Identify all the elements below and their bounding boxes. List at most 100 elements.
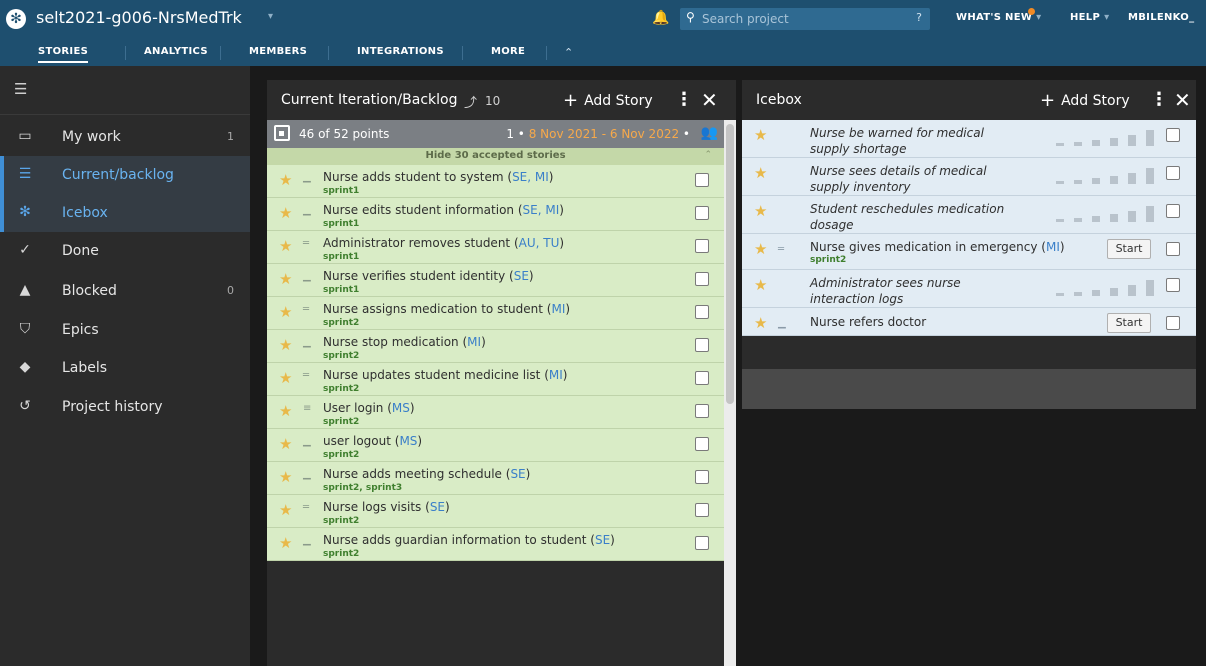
story-title[interactable]: Nurse sees details of medical supply inv…	[810, 163, 1025, 195]
story-title[interactable]: Nurse stop medication (MI)	[323, 335, 486, 349]
estimate-icon[interactable]: ▁	[303, 535, 311, 546]
estimate-option-icon[interactable]	[1056, 181, 1064, 184]
scrollbar-thumb[interactable]	[726, 124, 734, 404]
story-row[interactable]: ★ ═ Nurse logs visits (SE) sprint2	[267, 495, 724, 528]
story-title[interactable]: Nurse verifies student identity (SE)	[323, 269, 534, 283]
estimate-picker[interactable]	[1046, 168, 1164, 184]
estimate-option-icon[interactable]	[1146, 168, 1154, 184]
story-title[interactable]: Student reschedules medication dosage	[810, 201, 1025, 233]
estimate-option-icon[interactable]	[1110, 176, 1118, 184]
story-title[interactable]: Nurse refers doctor	[810, 314, 926, 330]
tracker-logo-icon[interactable]: ✻	[6, 9, 26, 29]
bell-icon[interactable]: 🔔	[652, 10, 669, 26]
estimate-icon[interactable]: ▁	[778, 318, 786, 329]
story-label[interactable]: sprint1	[323, 252, 359, 262]
estimate-icon[interactable]: ▁	[303, 436, 311, 447]
story-select-checkbox[interactable]	[695, 305, 709, 319]
tab-more[interactable]: MORE	[491, 46, 525, 57]
estimate-option-icon[interactable]	[1092, 178, 1100, 184]
estimate-icon[interactable]: ▁	[303, 271, 311, 282]
team-strength-icon[interactable]: 👥	[701, 125, 718, 141]
estimate-icon[interactable]: ▁	[303, 337, 311, 348]
story-owners[interactable]: MI	[1046, 240, 1060, 254]
story-select-checkbox[interactable]	[695, 404, 709, 418]
story-select-checkbox[interactable]	[695, 536, 709, 550]
estimate-option-icon[interactable]	[1146, 130, 1154, 146]
story-select-checkbox[interactable]	[1166, 166, 1180, 180]
add-story-button[interactable]: + Add Story	[1040, 90, 1130, 111]
estimate-option-icon[interactable]	[1128, 173, 1136, 184]
estimate-icon[interactable]: ═	[303, 238, 309, 249]
estimate-option-icon[interactable]	[1074, 142, 1082, 146]
estimate-icon[interactable]: ═	[303, 304, 309, 315]
story-title[interactable]: Nurse gives medication in emergency (MI)	[810, 239, 1065, 255]
story-label[interactable]: sprint2	[323, 318, 359, 328]
story-label[interactable]: sprint2	[323, 351, 359, 361]
story-row[interactable]: ★ ≡ User login (MS) sprint2	[267, 396, 724, 429]
story-title[interactable]: Nurse updates student medicine list (MI)	[323, 368, 567, 382]
iteration-bar[interactable]: 46 of 52 points 1 • 8 Nov 2021 - 6 Nov 2…	[267, 120, 724, 148]
story-title[interactable]: Nurse edits student information (SE, MI)	[323, 203, 564, 217]
story-select-checkbox[interactable]	[1166, 316, 1180, 330]
story-row[interactable]: ★ ═ Nurse updates student medicine list (M…	[267, 363, 724, 396]
estimate-icon[interactable]: ▁	[303, 205, 311, 216]
story-owners[interactable]: MI	[551, 302, 565, 316]
story-title[interactable]: Nurse logs visits (SE)	[323, 500, 450, 514]
icebox-story-row[interactable]: ★ ═ Nurse gives medication in emergency (M…	[742, 234, 1196, 270]
sidebar-item-my-work[interactable]: ▭ My work 1	[0, 118, 250, 156]
sidebar-item-done[interactable]: ✓ Done	[0, 232, 250, 270]
estimate-option-icon[interactable]	[1128, 211, 1136, 222]
sidebar-item-labels[interactable]: ◆ Labels	[0, 349, 250, 387]
user-menu[interactable]: MBILENKO_	[1128, 12, 1194, 23]
estimate-option-icon[interactable]	[1092, 216, 1100, 222]
story-label[interactable]: sprint1	[323, 186, 359, 196]
story-select-checkbox[interactable]	[1166, 278, 1180, 292]
story-row[interactable]: ★ ▁ Nurse edits student information (SE, M…	[267, 198, 724, 231]
story-row[interactable]: ★ ═ Administrator removes student (AU, TU)…	[267, 231, 724, 264]
story-owners[interactable]: AU, TU	[519, 236, 560, 250]
story-title[interactable]: Nurse adds student to system (SE, MI)	[323, 170, 553, 184]
estimate-option-icon[interactable]	[1056, 293, 1064, 296]
estimate-option-icon[interactable]	[1074, 292, 1082, 296]
estimate-option-icon[interactable]	[1092, 140, 1100, 146]
story-owners[interactable]: SE	[510, 467, 525, 481]
story-row[interactable]: ★ ═ Nurse assigns medication to student (M…	[267, 297, 724, 330]
estimate-option-icon[interactable]	[1110, 288, 1118, 296]
estimate-option-icon[interactable]	[1128, 285, 1136, 296]
estimate-option-icon[interactable]	[1056, 143, 1064, 146]
sidebar-item-current-backlog[interactable]: ☰ Current/backlog	[0, 156, 250, 194]
tab-stories[interactable]: STORIES	[38, 46, 89, 63]
close-icon[interactable]: ✕	[701, 88, 718, 112]
icebox-story-row[interactable]: ★ Nurse sees details of medical supply in…	[742, 158, 1196, 196]
icebox-story-row[interactable]: ★ ▁ Nurse refers doctor Start	[742, 308, 1196, 336]
estimate-option-icon[interactable]	[1074, 180, 1082, 184]
story-row[interactable]: ★ ▁ user logout (MS) sprint2	[267, 429, 724, 462]
sidebar-item-project-history[interactable]: ↺ Project history	[0, 388, 250, 426]
story-select-checkbox[interactable]	[695, 338, 709, 352]
tab-members[interactable]: MEMBERS	[249, 46, 307, 57]
story-title[interactable]: Nurse assigns medication to student (MI)	[323, 302, 570, 316]
story-owners[interactable]: MS	[399, 434, 417, 448]
help-link[interactable]: HELP ▾	[1070, 12, 1109, 23]
story-select-checkbox[interactable]	[695, 503, 709, 517]
story-title[interactable]: Administrator sees nurse interaction log…	[810, 275, 1025, 307]
velocity-trend-icon[interactable]: ⤴	[464, 92, 477, 111]
story-title[interactable]: Nurse adds meeting schedule (SE)	[323, 467, 530, 481]
estimate-option-icon[interactable]	[1110, 138, 1118, 146]
estimate-option-icon[interactable]	[1146, 280, 1154, 296]
start-button[interactable]: Start	[1107, 313, 1151, 333]
story-owners[interactable]: MI	[467, 335, 481, 349]
story-title[interactable]: Nurse adds guardian information to stude…	[323, 533, 615, 547]
story-owners[interactable]: SE, MI	[523, 203, 560, 217]
story-owners[interactable]: SE	[430, 500, 445, 514]
story-title[interactable]: User login (MS)	[323, 401, 415, 415]
story-owners[interactable]: SE, MI	[512, 170, 549, 184]
story-owners[interactable]: SE	[514, 269, 529, 283]
search-help-icon[interactable]: ?	[916, 11, 922, 24]
story-select-checkbox[interactable]	[1166, 204, 1180, 218]
sidebar-collapse-icon[interactable]: ☰	[14, 80, 27, 98]
story-row[interactable]: ★ ▁ Nurse adds meeting schedule (SE) sprint…	[267, 462, 724, 495]
chevron-down-icon[interactable]: ▾	[268, 11, 273, 22]
story-label[interactable]: sprint2	[810, 255, 846, 265]
story-select-checkbox[interactable]	[695, 206, 709, 220]
